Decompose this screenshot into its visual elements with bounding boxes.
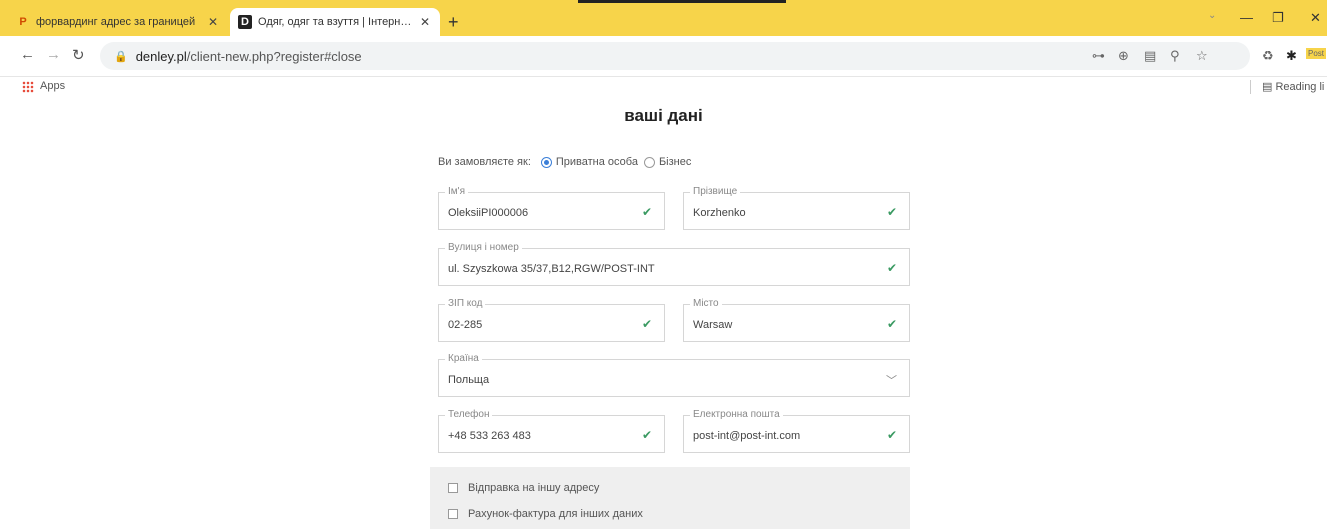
check-icon: ✔ xyxy=(886,317,897,331)
phone-value[interactable]: +48 533 263 483 xyxy=(448,430,531,442)
invoice-other-data-option[interactable]: Рахунок-фактура для інших даних xyxy=(448,508,643,520)
tab-strip-divider xyxy=(578,0,786,3)
tab-title: форвардинг адрес за границей xyxy=(36,16,196,28)
street-field[interactable]: Вулиця і номер ul. Szyszkowa 35/37,B12,R… xyxy=(438,242,910,286)
check-icon: ✔ xyxy=(886,261,897,275)
city-label: Місто xyxy=(690,298,722,310)
ship-other-address-checkbox[interactable] xyxy=(448,483,458,493)
country-label: Країна xyxy=(445,353,482,365)
close-icon[interactable]: ✕ xyxy=(206,15,220,29)
install-icon[interactable]: ⊕ xyxy=(1118,48,1129,64)
zip-field[interactable]: ЗІП код 02-285 ✔ xyxy=(438,298,665,342)
browser-toolbar: ← → ↻ 🔒 denley.pl/client-new.php?registe… xyxy=(0,36,1327,77)
close-icon[interactable]: ✕ xyxy=(418,15,432,29)
last-name-label: Прізвище xyxy=(690,186,741,198)
extension-recycle-icon[interactable]: ♻ xyxy=(1262,48,1274,64)
country-select[interactable]: Країна Польща ﹀ xyxy=(438,353,910,397)
divider xyxy=(1250,80,1251,94)
invoice-other-data-label[interactable]: Рахунок-фактура для інших даних xyxy=(468,508,643,520)
window-close-icon[interactable]: ✕ xyxy=(1310,10,1321,26)
reading-list-label: Reading li xyxy=(1275,81,1325,93)
star-icon[interactable]: ☆ xyxy=(1196,48,1208,64)
back-icon[interactable]: ← xyxy=(20,46,35,63)
translate-icon[interactable]: ▤ xyxy=(1144,48,1156,64)
tab-denley[interactable]: D Одяг, одяг та взуття | Інтернет-м ✕ xyxy=(230,8,440,36)
last-name-field[interactable]: Прізвище Korzhenko ✔ xyxy=(683,186,910,230)
email-field[interactable]: Електронна пошта post-int@post-int.com ✔ xyxy=(683,409,910,453)
first-name-label: Ім'я xyxy=(445,186,468,198)
zoom-icon[interactable]: ⚲ xyxy=(1170,48,1180,64)
ship-other-address-label[interactable]: Відправка на іншу адресу xyxy=(468,482,599,494)
reload-icon[interactable]: ↻ xyxy=(72,46,85,64)
url-text: denley.pl/client-new.php?register#close xyxy=(136,49,362,64)
reading-list-icon: ▤ xyxy=(1262,81,1276,93)
tab-title: Одяг, одяг та взуття | Інтернет-м xyxy=(258,16,414,28)
site-favicon-d: D xyxy=(238,15,252,29)
first-name-field[interactable]: Ім'я OleksiiPI000006 ✔ xyxy=(438,186,665,230)
minimize-icon[interactable]: — xyxy=(1240,10,1253,25)
url-host: denley.pl xyxy=(135,48,187,64)
tab-forwarding[interactable]: P форвардинг адрес за границей ✕ xyxy=(8,8,228,36)
tab-search-icon[interactable]: ⌄ xyxy=(1208,10,1216,21)
last-name-value[interactable]: Korzhenko xyxy=(693,207,746,219)
radio-business[interactable] xyxy=(643,156,655,168)
forward-icon[interactable]: → xyxy=(46,46,61,63)
password-key-icon[interactable]: ⊶ xyxy=(1092,48,1105,64)
email-label: Електронна пошта xyxy=(690,409,783,421)
lock-icon[interactable]: 🔒 xyxy=(114,50,128,63)
city-value[interactable]: Warsaw xyxy=(693,319,732,331)
new-tab-button[interactable]: + xyxy=(448,13,459,31)
post-extension-icon[interactable]: Post xyxy=(1306,48,1327,59)
ship-other-address-option[interactable]: Відправка на іншу адресу xyxy=(448,482,599,494)
check-icon: ✔ xyxy=(886,428,897,442)
page-title: ваші дані xyxy=(624,106,703,125)
check-icon: ✔ xyxy=(886,205,897,219)
zip-label: ЗІП код xyxy=(445,298,486,310)
chevron-down-icon[interactable]: ﹀ xyxy=(886,372,897,388)
radio-private-person[interactable] xyxy=(540,156,552,168)
order-as-label: Ви замовляєте як: xyxy=(438,156,531,168)
street-label: Вулиця і номер xyxy=(445,242,522,254)
country-value[interactable]: Польща xyxy=(448,374,489,386)
extensions-puzzle-icon[interactable]: ✱ xyxy=(1286,48,1297,64)
first-name-value[interactable]: OleksiiPI000006 xyxy=(448,207,528,219)
tab-strip: P форвардинг адрес за границей ✕ D Одяг,… xyxy=(0,0,1327,36)
street-value[interactable]: ul. Szyszkowa 35/37,B12,RGW/POST-INT xyxy=(448,263,655,275)
radio-business-label[interactable]: Бізнес xyxy=(659,156,691,168)
url-path: /client-new.php?register#close xyxy=(186,48,362,64)
apps-bookmark[interactable]: Apps xyxy=(40,80,65,92)
bookmarks-bar: Apps ▤ Reading li xyxy=(0,77,1327,99)
site-favicon-p: P xyxy=(19,16,27,28)
apps-grid-icon[interactable] xyxy=(22,81,34,93)
zip-value[interactable]: 02-285 xyxy=(448,319,482,331)
city-field[interactable]: Місто Warsaw ✔ xyxy=(683,298,910,342)
reading-list-button[interactable]: ▤ Reading li xyxy=(1262,80,1324,93)
check-icon: ✔ xyxy=(641,428,652,442)
radio-private-person-label[interactable]: Приватна особа xyxy=(556,156,638,168)
order-as-group: Ви замовляєте як: Приватна особа Бізнес xyxy=(438,156,691,168)
check-icon: ✔ xyxy=(641,205,652,219)
invoice-other-data-checkbox[interactable] xyxy=(448,509,458,519)
check-icon: ✔ xyxy=(641,317,652,331)
phone-field[interactable]: Телефон +48 533 263 483 ✔ xyxy=(438,409,665,453)
extra-options-panel: Відправка на іншу адресу Рахунок-фактура… xyxy=(430,467,910,529)
restore-icon[interactable]: ❐ xyxy=(1272,10,1284,26)
phone-label: Телефон xyxy=(445,409,493,421)
address-bar[interactable]: 🔒 denley.pl/client-new.php?register#clos… xyxy=(100,42,1250,70)
email-value[interactable]: post-int@post-int.com xyxy=(693,430,800,442)
